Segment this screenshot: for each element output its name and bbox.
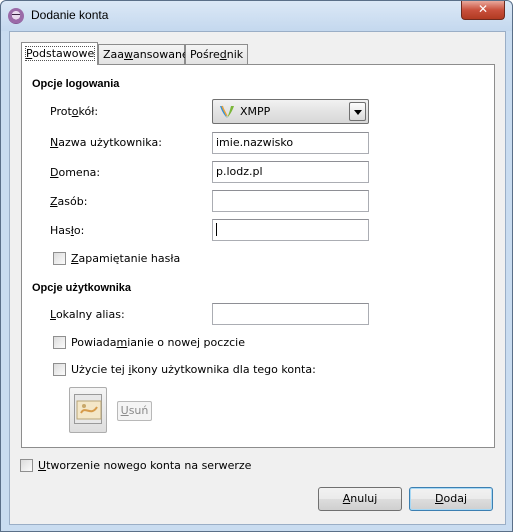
- password-input[interactable]: [212, 219, 369, 241]
- username-label: Nazwa użytkownika:: [50, 136, 162, 149]
- broken-image-icon: [76, 400, 102, 420]
- use-icon-checkbox[interactable]: [53, 363, 66, 376]
- add-button[interactable]: Dodaj: [409, 487, 493, 511]
- remember-password-label[interactable]: Zapamiętanie hasła: [71, 252, 180, 265]
- resource-input[interactable]: [212, 190, 369, 212]
- xmpp-icon: [220, 105, 234, 118]
- remember-password-checkbox[interactable]: [53, 252, 66, 265]
- title-bar[interactable]: Dodanie konta ✕: [1, 1, 512, 31]
- section-user-options: Opcje użytkownika: [32, 282, 132, 294]
- dialog-body: Podstawowe Zaawansowane Pośrednik Opcje …: [9, 31, 506, 525]
- dialog-window: Dodanie konta ✕ Podstawowe Zaawansowane …: [0, 0, 513, 532]
- resource-label: Zasób:: [50, 195, 88, 208]
- chevron-down-icon[interactable]: [349, 102, 366, 121]
- section-login-options: Opcje logowania: [32, 78, 120, 90]
- cancel-button[interactable]: Anuluj: [318, 487, 402, 511]
- buddy-icon-button[interactable]: [69, 387, 107, 433]
- new-mail-label[interactable]: Powiadamianie o nowej poczcie: [71, 336, 245, 349]
- tab-proxy[interactable]: Pośrednik: [185, 44, 248, 65]
- alias-input[interactable]: [212, 303, 369, 325]
- text-caret: [216, 223, 217, 236]
- alias-label: Lokalny alias:: [50, 308, 125, 321]
- create-account-checkbox[interactable]: [20, 459, 33, 472]
- create-account-label[interactable]: Utworzenie nowego konta na serwerze: [38, 459, 251, 472]
- username-input[interactable]: imie.nazwisko: [212, 132, 369, 154]
- window-title: Dodanie konta: [31, 8, 109, 22]
- new-mail-checkbox[interactable]: [53, 336, 66, 349]
- tab-panel-basic: Opcje logowania Protokół: XMPP Nazwa uży…: [21, 64, 495, 448]
- protocol-value: XMPP: [240, 105, 271, 118]
- tab-advanced[interactable]: Zaawansowane: [98, 44, 189, 65]
- protocol-select[interactable]: XMPP: [212, 99, 369, 124]
- close-button[interactable]: ✕: [461, 1, 505, 20]
- domain-label: Domena:: [50, 166, 101, 179]
- domain-input[interactable]: p.lodz.pl: [212, 161, 369, 183]
- pidgin-app-icon: [8, 8, 24, 24]
- use-icon-label[interactable]: Użycie tej ikony użytkownika dla tego ko…: [71, 363, 316, 376]
- password-label: Hasło:: [50, 224, 85, 237]
- remove-icon-button[interactable]: Usuń: [117, 401, 152, 421]
- buddy-icon-placeholder: [74, 394, 102, 424]
- tab-basic[interactable]: Podstawowe: [21, 42, 98, 65]
- protocol-label: Protokół:: [50, 105, 99, 118]
